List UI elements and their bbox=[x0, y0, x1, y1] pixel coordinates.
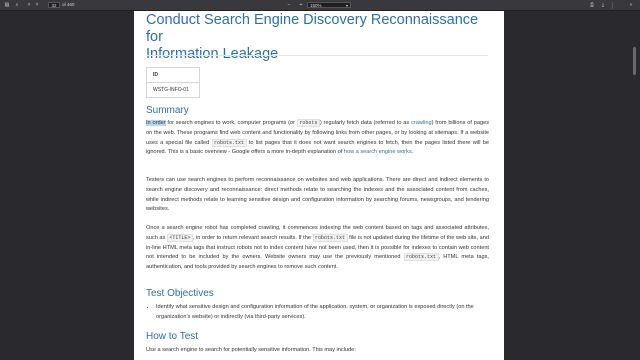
print-icon[interactable]: ⎙ bbox=[589, 2, 595, 8]
sidebar-toggle-icon[interactable]: ▤ bbox=[4, 2, 10, 8]
list-item: Identify what sensitive design and confi… bbox=[156, 303, 489, 323]
zoom-out-button[interactable]: − bbox=[286, 2, 292, 8]
chevron-down-icon: ▾ bbox=[345, 3, 348, 8]
page-count-label: of 465 bbox=[62, 2, 75, 7]
zoom-value: 150% bbox=[310, 3, 322, 8]
document-viewer[interactable]: Conduct Search Engine Discovery Reconnai… bbox=[0, 11, 640, 360]
inline-code: robots.txt bbox=[403, 253, 439, 262]
scrollbar[interactable] bbox=[632, 11, 638, 360]
id-table-value: WSTG-INFO-01 bbox=[146, 82, 200, 98]
test-objectives-heading: Test Objectives bbox=[146, 288, 214, 299]
objectives-list: Identify what sensitive design and confi… bbox=[156, 303, 489, 323]
save-icon[interactable]: ⤓ bbox=[600, 2, 606, 8]
id-table: ID WSTG-INFO-01 bbox=[146, 67, 200, 98]
id-table-header: ID bbox=[146, 67, 200, 83]
inline-code: <TITLE> bbox=[166, 233, 193, 242]
inline-code: robots.txt bbox=[211, 138, 247, 147]
find-icon[interactable]: ⌕ bbox=[14, 2, 20, 8]
text: , in order to return relevant search res… bbox=[192, 234, 313, 241]
text: ) regularly fetch data (referred to as bbox=[319, 120, 412, 126]
how-to-test-heading: How to Test bbox=[146, 331, 199, 342]
title-line-2: Information Leakage bbox=[146, 46, 279, 62]
summary-paragraph-1: In order for search engines to work, com… bbox=[146, 119, 489, 158]
search-engine-works-link[interactable]: how a search engine works bbox=[344, 149, 412, 155]
how-to-test-paragraph: Use a search engine to search for potent… bbox=[146, 347, 356, 353]
pdf-toolbar: ▤ ⌕ ˄ ˅ 32 of 465 − + 150% ▾ ⎙ ⤓ » bbox=[0, 0, 640, 11]
toolbar-separator bbox=[612, 2, 613, 9]
summary-heading: Summary bbox=[146, 105, 189, 116]
page-number-input[interactable]: 32 bbox=[48, 2, 60, 8]
crawling-link[interactable]: crawling bbox=[411, 120, 432, 126]
inline-code: robots bbox=[296, 119, 320, 127]
summary-paragraph-2: Testers can use search engines to perfor… bbox=[146, 177, 489, 213]
summary-paragraph-3: Once a search engine robot has completed… bbox=[146, 224, 489, 273]
zoom-in-button[interactable]: + bbox=[298, 2, 304, 8]
more-icon[interactable]: » bbox=[628, 2, 634, 8]
text: for search engines to work, computer pro… bbox=[165, 120, 297, 126]
title-line-1: Conduct Search Engine Discovery Reconnai… bbox=[146, 12, 479, 45]
scrollbar-thumb[interactable] bbox=[633, 47, 636, 75]
inline-code: robots.txt bbox=[312, 233, 348, 242]
page-down-icon[interactable]: ˅ bbox=[34, 2, 40, 8]
title-divider bbox=[146, 55, 488, 56]
text: . bbox=[411, 149, 414, 156]
page-up-icon[interactable]: ˄ bbox=[26, 2, 32, 8]
zoom-select[interactable]: 150% ▾ bbox=[307, 2, 351, 8]
selected-text[interactable]: In order bbox=[146, 120, 166, 126]
pdf-page: Conduct Search Engine Discovery Reconnai… bbox=[134, 11, 504, 360]
